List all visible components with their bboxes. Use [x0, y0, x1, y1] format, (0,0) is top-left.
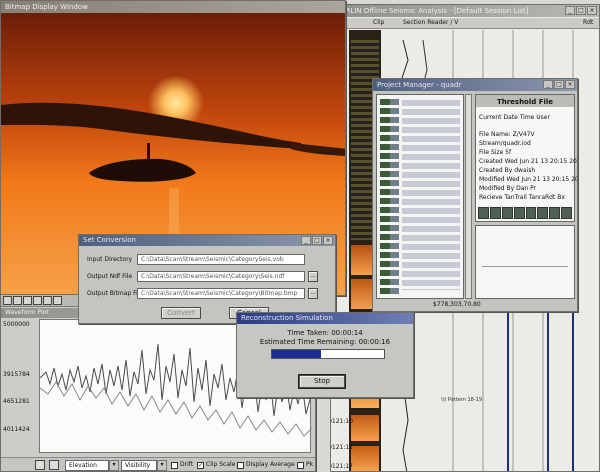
thumbnail[interactable]: [351, 446, 379, 471]
tool-icon[interactable]: [478, 207, 489, 219]
estimated-time-text: Estimated Time Remaining: 00:00:16: [259, 338, 391, 346]
progress-percent: 44%: [321, 350, 335, 357]
clip-scale-checkbox[interactable]: ✓: [197, 462, 204, 469]
maximize-icon[interactable]: □: [576, 6, 586, 15]
browse-bitmap-button[interactable]: …: [308, 288, 318, 299]
info-line: Modified By Dan Pr: [479, 185, 537, 192]
output-ndf-field[interactable]: C:\Data\Scan\Stream\Seismic\Category\Sei…: [137, 271, 305, 282]
maximize-icon[interactable]: □: [312, 236, 322, 245]
minimize-icon[interactable]: _: [301, 236, 311, 245]
timestamp-label: 00121:10: [331, 418, 353, 425]
output-ndf-label: Output Ndf File: [87, 273, 133, 280]
info-line: Created By dwaish: [479, 167, 536, 174]
tree-node-icons: [390, 99, 399, 294]
info-line: File Name: Z/V47V: [479, 131, 535, 138]
progress-dialog: Reconstruction Simulation Time Taken: 00…: [236, 312, 414, 398]
clip-scale-label: Clip Scale: [206, 461, 236, 468]
visibility-select[interactable]: Visibility: [121, 460, 157, 471]
pk-checkbox[interactable]: [297, 462, 304, 469]
minimize-icon[interactable]: _: [543, 80, 553, 89]
drift-checkbox[interactable]: [171, 462, 178, 469]
minimize-icon[interactable]: _: [565, 6, 575, 15]
tree-labels: [402, 100, 460, 290]
threshold-panel-title: Threshold File: [476, 95, 574, 107]
tool-icon[interactable]: [513, 207, 525, 219]
tool-icon[interactable]: [489, 207, 501, 219]
tool-icon[interactable]: [537, 207, 549, 219]
project-tree[interactable]: [376, 94, 464, 299]
progress-dialog-title: Reconstruction Simulation: [237, 313, 413, 324]
waveform-bottom-toolbar: Elevation ▾ Visibility ▾ Drift ✓ Clip Sc…: [1, 457, 315, 471]
close-icon[interactable]: ×: [565, 80, 575, 89]
chevron-down-icon[interactable]: ▾: [109, 460, 119, 471]
display-average-label: Display Average: [246, 461, 295, 468]
seismic-column-header: Clip Section Reader / V Rdt: [331, 18, 599, 29]
display-average-checkbox[interactable]: [237, 462, 244, 469]
info-line: Stream/quadr.iod: [479, 140, 531, 147]
chevron-down-icon[interactable]: ▾: [157, 460, 167, 471]
info-line: Modified Wed Jun 21 13 20:15 2006: [479, 176, 578, 183]
info-line: Recieve TanTrail TanraRdt Bx: [479, 194, 565, 201]
tool-icon[interactable]: [501, 207, 513, 219]
elevation-select[interactable]: Elevation: [65, 460, 109, 471]
tool-icon[interactable]: [549, 207, 561, 219]
input-directory-field[interactable]: C:\Data\Scan\Stream\Seismic\CategorySeis…: [137, 254, 305, 265]
tree-scrollbar[interactable]: [465, 94, 472, 299]
col-header-clip[interactable]: Clip: [373, 19, 384, 27]
info-line: Created Wed Jun 21 13 20:15 2006: [479, 158, 578, 165]
cursor-icon[interactable]: [35, 460, 45, 470]
forward-icon[interactable]: [53, 296, 62, 305]
zoom-out-icon[interactable]: [13, 296, 22, 305]
seismic-window-title: MERLIN Offline Seismic Analysis - [Defau…: [331, 5, 599, 17]
tool-icon[interactable]: [525, 207, 537, 219]
drift-label: Drift: [180, 461, 194, 468]
bitmap-window-title: Bitmap Display Window: [1, 1, 345, 13]
close-icon[interactable]: ×: [587, 6, 597, 15]
progress-bar: 44%: [271, 349, 385, 359]
y-tick-label: 3915784: [3, 371, 30, 378]
stop-button[interactable]: Stop: [298, 374, 346, 389]
input-directory-label: Input Directory: [87, 256, 133, 263]
threshold-panel: Threshold File Current Date Time User Fi…: [475, 94, 578, 222]
y-tick-label: 5000000: [3, 321, 30, 328]
status-footer: $778,303,70,80: [433, 301, 481, 308]
convert-dialog: Set Conversion _ □ × Input Directory C:\Da…: [78, 234, 336, 324]
timestamp-label: 00121:12: [331, 444, 353, 451]
browse-ndf-button[interactable]: …: [308, 271, 318, 282]
panel-icon-toolbar: [478, 207, 572, 219]
output-bitmap-label: Output Bitmap File: [87, 290, 144, 297]
zoom-in-icon[interactable]: [3, 296, 12, 305]
convert-button[interactable]: Convert: [161, 307, 201, 319]
details-list[interactable]: [475, 225, 575, 299]
pk-label: Pk: [306, 461, 314, 468]
pan-icon[interactable]: [23, 296, 32, 305]
info-line: Current Date Time User: [479, 114, 550, 121]
svg-text:\\t Pattern 18-19: \\t Pattern 18-19: [441, 397, 482, 403]
close-icon[interactable]: ×: [323, 236, 333, 245]
col-header-section[interactable]: Section Reader / V: [403, 19, 458, 27]
info-line: File Size 5f: [479, 149, 512, 156]
convert-dialog-title: Set Conversion: [79, 235, 335, 246]
time-taken-text: Time Taken: 00:00:14: [287, 329, 363, 337]
timestamp-label: 00121:17: [331, 463, 353, 470]
measure-icon[interactable]: [49, 460, 59, 470]
project-manager-window: Project Manager - quadr _ □ × Threshold Fi…: [372, 78, 578, 312]
output-bitmap-field[interactable]: C:\Data\Scan\Stream\Seismic\Category\Bit…: [137, 288, 305, 299]
thumbnail[interactable]: [351, 415, 379, 441]
y-tick-label: 4651281: [3, 398, 30, 405]
maximize-icon[interactable]: □: [554, 80, 564, 89]
tool-icon[interactable]: [561, 207, 572, 219]
rewind-icon[interactable]: [33, 296, 42, 305]
tree-node-icons: [380, 99, 390, 294]
y-tick-label: 4011424: [3, 426, 30, 433]
col-header-rdt[interactable]: Rdt: [583, 19, 593, 27]
play-icon[interactable]: [43, 296, 52, 305]
